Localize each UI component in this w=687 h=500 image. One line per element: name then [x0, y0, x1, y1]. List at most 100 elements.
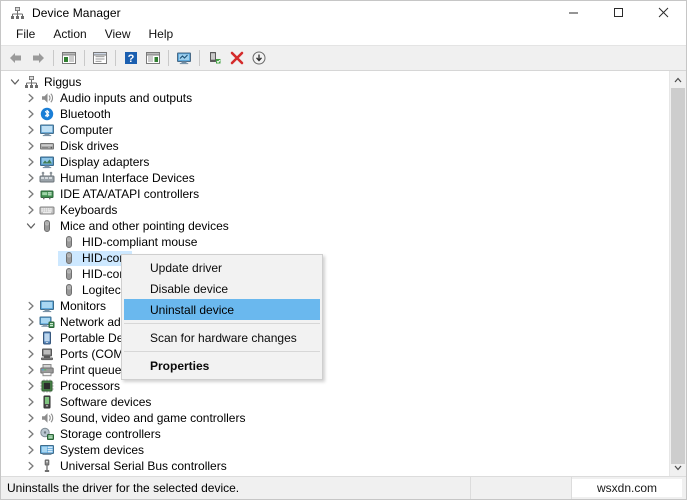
system-device-icon — [39, 442, 55, 458]
disable-device-button[interactable] — [248, 47, 270, 69]
chevron-right-icon[interactable] — [23, 458, 39, 474]
context-menu[interactable]: Update driver Disable device Uninstall dev… — [121, 254, 323, 380]
tree-item[interactable]: Print queues — [1, 362, 669, 378]
tree-item[interactable]: Display adapters — [1, 154, 669, 170]
close-button[interactable] — [641, 1, 686, 24]
mouse-icon — [61, 234, 77, 250]
minimize-button[interactable] — [551, 1, 596, 24]
tree-item[interactable]: Sound, video and game controllers — [1, 410, 669, 426]
tree-item[interactable]: HID-com — [1, 250, 669, 266]
tree-item[interactable]: Computer — [1, 122, 669, 138]
chevron-right-icon[interactable] — [23, 186, 39, 202]
show-hide-console-tree-button[interactable] — [58, 47, 80, 69]
tree-item[interactable]: Disk drives — [1, 138, 669, 154]
chevron-right-icon[interactable] — [23, 154, 39, 170]
content-area: Riggus Audio inputs and outputs Bluetooth C… — [1, 71, 686, 476]
tree-item[interactable]: Universal Serial Bus controllers — [1, 458, 669, 474]
chevron-right-icon[interactable] — [23, 138, 39, 154]
tree-item[interactable]: HID-com — [1, 266, 669, 282]
help-button[interactable]: ? — [120, 47, 142, 69]
chevron-down-icon[interactable] — [7, 74, 23, 90]
computer-node-icon — [23, 74, 39, 90]
svg-text:?: ? — [128, 53, 135, 65]
chevron-right-icon[interactable] — [23, 330, 39, 346]
chevron-right-icon[interactable] — [23, 106, 39, 122]
back-button[interactable] — [5, 47, 27, 69]
menu-action[interactable]: Action — [44, 25, 95, 44]
tree-item[interactable]: Ports (COM & — [1, 346, 669, 362]
tree-item-label: Bluetooth — [60, 107, 111, 121]
tree-item[interactable]: Portable Dev — [1, 330, 669, 346]
chevron-right-icon[interactable] — [23, 378, 39, 394]
properties-button[interactable] — [89, 47, 111, 69]
chevron-right-icon[interactable] — [23, 410, 39, 426]
chevron-right-icon[interactable] — [23, 90, 39, 106]
tree-item[interactable]: Logitech — [1, 282, 669, 298]
chevron-right-icon[interactable] — [23, 346, 39, 362]
toolbar-separator — [199, 50, 200, 66]
chevron-right-icon[interactable] — [23, 202, 39, 218]
chevron-right-icon[interactable] — [23, 314, 39, 330]
tree-item-label: Print queues — [60, 363, 128, 377]
mouse-icon — [61, 250, 77, 266]
tree-item[interactable]: Processors — [1, 378, 669, 394]
tree-item-label: Storage controllers — [60, 427, 161, 441]
chevron-right-icon[interactable] — [23, 426, 39, 442]
tree-item[interactable]: Mice and other pointing devices — [1, 218, 669, 234]
tree-item[interactable]: Bluetooth — [1, 106, 669, 122]
chevron-right-icon[interactable] — [23, 122, 39, 138]
keyboard-icon — [39, 202, 55, 218]
tree-item[interactable]: Storage controllers — [1, 426, 669, 442]
maximize-button[interactable] — [596, 1, 641, 24]
ctx-disable-device[interactable]: Disable device — [122, 278, 322, 299]
chevron-right-icon[interactable] — [23, 170, 39, 186]
tree-item[interactable]: Network ada — [1, 314, 669, 330]
device-tree[interactable]: Riggus Audio inputs and outputs Bluetooth C… — [1, 71, 669, 476]
tree-item-label: Processors — [60, 379, 121, 393]
scroll-up-arrow[interactable] — [670, 71, 686, 88]
no-twisty — [45, 266, 61, 282]
menu-help[interactable]: Help — [140, 25, 183, 44]
ctx-scan-hardware-changes[interactable]: Scan for hardware changes — [122, 327, 322, 348]
tree-item[interactable]: Audio inputs and outputs — [1, 90, 669, 106]
chevron-down-icon[interactable] — [23, 218, 39, 234]
tree-item[interactable]: IDE ATA/ATAPI controllers — [1, 186, 669, 202]
show-hide-action-pane-button[interactable] — [142, 47, 164, 69]
tree-item-label: Mice and other pointing devices — [60, 219, 229, 233]
tree-item[interactable]: Keyboards — [1, 202, 669, 218]
tree-item-label: Universal Serial Bus controllers — [60, 459, 227, 473]
menu-file[interactable]: File — [7, 25, 44, 44]
tree-item[interactable]: Software devices — [1, 394, 669, 410]
chevron-right-icon[interactable] — [23, 362, 39, 378]
vertical-scrollbar[interactable] — [669, 71, 686, 476]
scan-hardware-changes-button[interactable] — [173, 47, 195, 69]
computer-icon — [39, 122, 55, 138]
speaker-icon — [39, 90, 55, 106]
chevron-right-icon[interactable] — [23, 442, 39, 458]
update-driver-button[interactable] — [204, 47, 226, 69]
ctx-update-driver[interactable]: Update driver — [122, 257, 322, 278]
title-bar: Device Manager — [1, 1, 686, 24]
ctx-uninstall-device[interactable]: Uninstall device — [124, 299, 320, 320]
scrollbar-thumb[interactable] — [671, 88, 685, 464]
display-adapter-icon — [39, 154, 55, 170]
uninstall-device-button[interactable] — [226, 47, 248, 69]
tree-item[interactable]: System devices — [1, 442, 669, 458]
network-adapter-icon — [39, 314, 55, 330]
ctx-properties[interactable]: Properties — [122, 355, 322, 376]
menu-view[interactable]: View — [96, 25, 140, 44]
tree-item[interactable]: HID-compliant mouse — [1, 234, 669, 250]
tree-item[interactable]: Human Interface Devices — [1, 170, 669, 186]
scrollbar-track[interactable] — [670, 88, 686, 464]
chevron-right-icon[interactable] — [23, 394, 39, 410]
tree-root-node[interactable]: Riggus — [1, 74, 669, 90]
tree-item-label: Network ada — [60, 315, 128, 329]
forward-button[interactable] — [27, 47, 49, 69]
mouse-icon — [61, 282, 77, 298]
tree-item-label: IDE ATA/ATAPI controllers — [60, 187, 200, 201]
tree-item-label: Disk drives — [60, 139, 119, 153]
chevron-right-icon[interactable] — [23, 298, 39, 314]
tree-item[interactable]: Monitors — [1, 298, 669, 314]
status-pane-secondary — [471, 477, 571, 499]
window-controls — [551, 1, 686, 24]
